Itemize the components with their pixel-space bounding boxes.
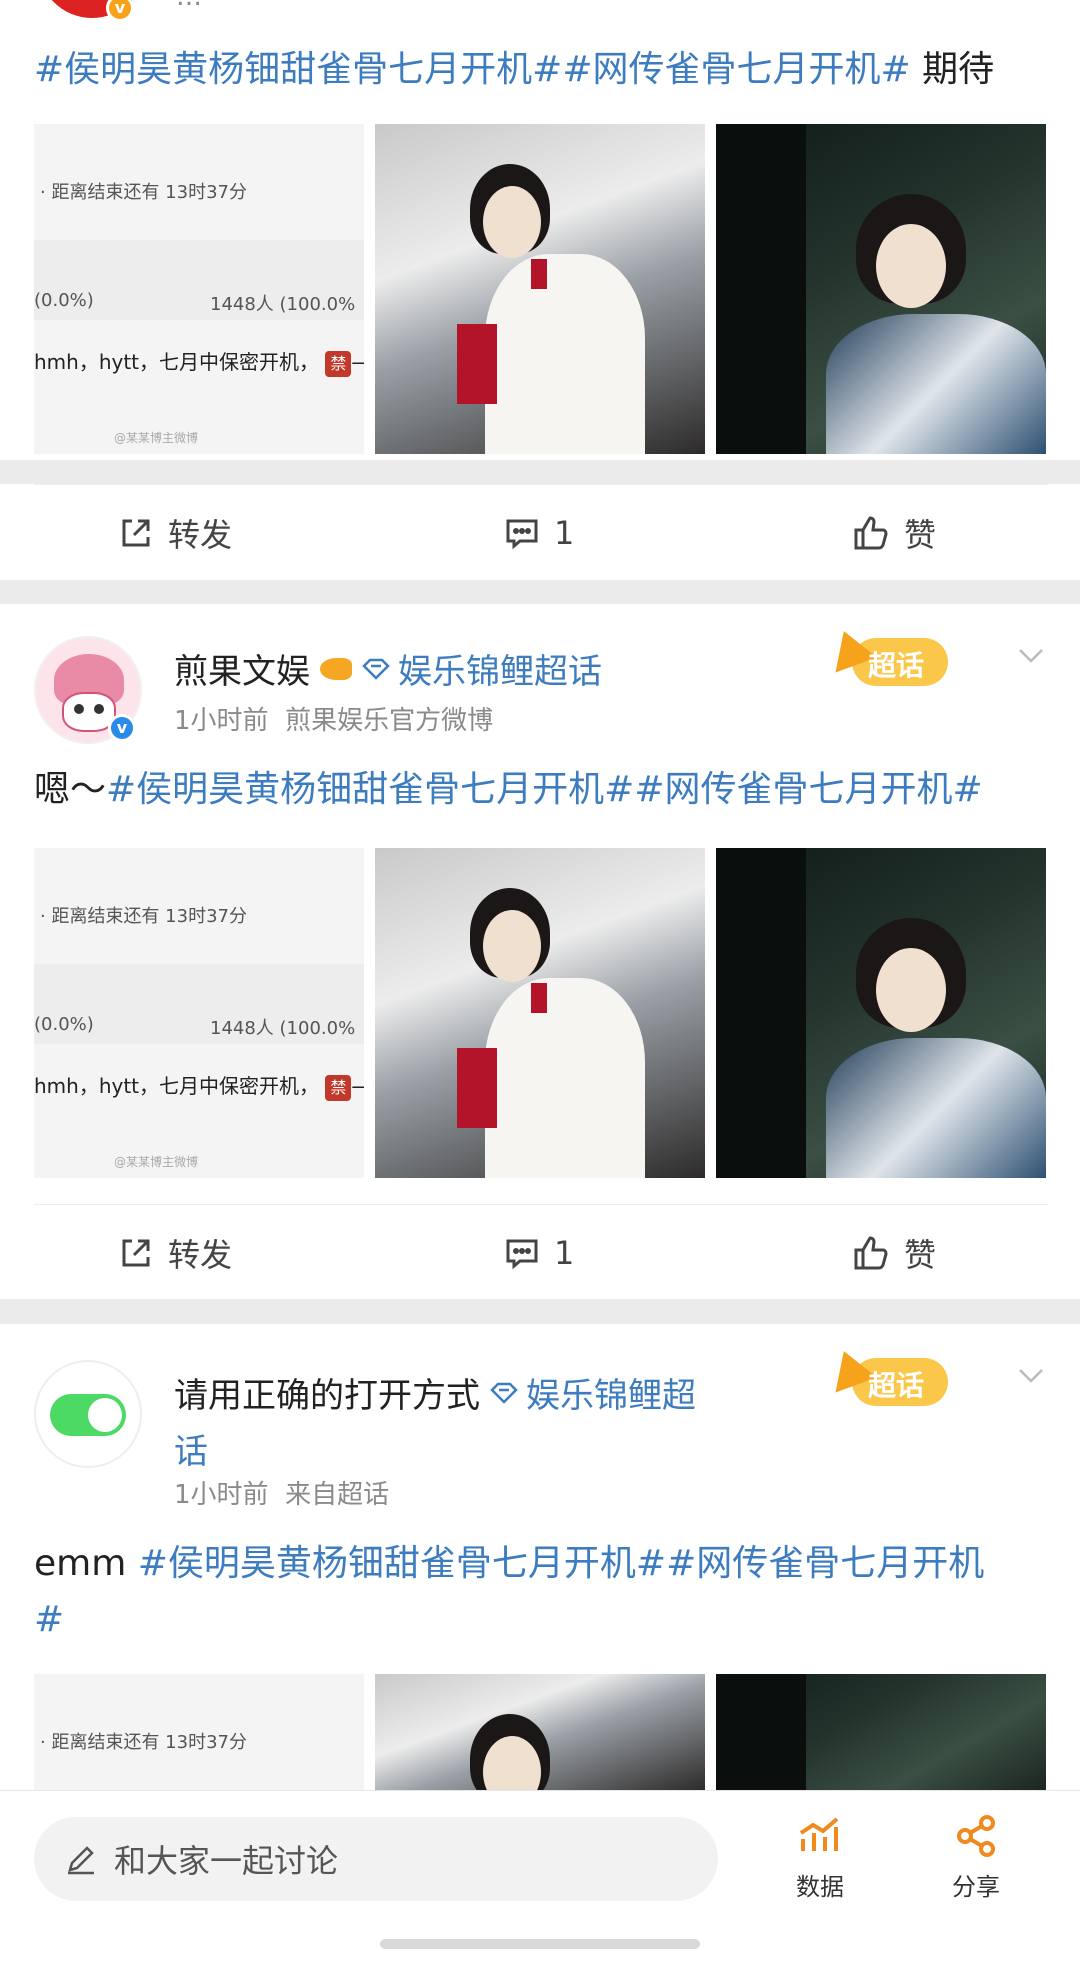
toggle-switch-icon <box>50 1394 126 1436</box>
hashtag-link[interactable]: #侯明昊黄杨钿甜雀骨七月开机##网传雀骨七月开机# <box>34 49 911 90</box>
comment-button[interactable]: 1 <box>504 1205 574 1301</box>
image-grid: · 距离结束还有 13时37分 <box>34 1674 1048 1790</box>
share-button[interactable]: 分享 <box>926 1813 1026 1902</box>
photo-actor-hanfu[interactable] <box>375 1674 705 1790</box>
post-card-2: v 煎果文娱 娱乐锦鲤超话 1小时前 煎果娱乐官方微博 超话 嗯～#侯明昊黄杨钿… <box>0 604 1080 1299</box>
author-name-row: 请用正确的打开方式 娱乐锦鲤超 <box>174 1368 696 1417</box>
comment-icon <box>506 1239 538 1270</box>
supertopic-link[interactable]: 娱乐锦鲤超 <box>490 1368 696 1417</box>
repost-icon <box>122 1239 150 1267</box>
post-text: 嗯～#侯明昊黄杨钿甜雀骨七月开机##网传雀骨七月开机# <box>34 769 983 810</box>
verified-badge-icon: v <box>108 714 136 742</box>
home-indicator <box>380 1939 700 1949</box>
comment-input[interactable]: 和大家一起讨论 <box>34 1817 718 1901</box>
author-name[interactable]: 请用正确的打开方式 <box>174 1368 480 1417</box>
hashtag-link[interactable]: #侯明昊黄杨钿甜雀骨七月开机##网传雀骨七月开机 <box>138 1543 985 1584</box>
hashtag-link[interactable]: #侯明昊黄杨钿甜雀骨七月开机##网传雀骨七月开机# <box>106 769 983 810</box>
hashtag-link-end[interactable]: # <box>34 1592 1044 1648</box>
photo-actress-qipao[interactable] <box>716 848 1046 1178</box>
diamond-icon <box>490 1382 518 1404</box>
post1-actions: 转发 1 赞 <box>34 484 1048 580</box>
author-name-row: 煎果文娱 娱乐锦鲤超话 <box>174 644 602 693</box>
repost-button[interactable]: 转发 <box>118 485 232 581</box>
image-grid: · 距离结束还有 13时37分 (0.0%) 1448人 (100.0% hmh… <box>34 124 1048 454</box>
repost-icon <box>122 519 150 547</box>
chevron-down-icon[interactable] <box>1016 1360 1046 1390</box>
comment-icon <box>506 519 538 550</box>
thumbs-up-icon <box>854 516 888 550</box>
pencil-icon <box>68 1846 94 1875</box>
post-meta: 1小时前 煎果娱乐官方微博 <box>174 706 494 736</box>
photo-actor-hanfu[interactable] <box>375 124 705 454</box>
diamond-icon <box>362 658 390 680</box>
photo-actress-qipao[interactable] <box>716 1674 1046 1790</box>
photo-actress-qipao[interactable] <box>716 124 1046 454</box>
supertopic-badge[interactable]: 超话 <box>823 1343 958 1414</box>
photo-actor-hanfu[interactable] <box>375 848 705 1178</box>
author-name[interactable]: 煎果文娱 <box>174 644 310 693</box>
post2-actions: 转发 1 赞 <box>34 1204 1048 1300</box>
bar-chart-icon <box>799 1817 839 1851</box>
supertopic-badge[interactable]: 超话 <box>823 623 958 694</box>
like-button[interactable]: 赞 <box>852 485 936 581</box>
post-text: emm #侯明昊黄杨钿甜雀骨七月开机##网传雀骨七月开机 # <box>34 1536 1044 1648</box>
thumbs-up-icon <box>854 1236 888 1270</box>
like-button[interactable]: 赞 <box>852 1205 936 1301</box>
post-card-3: 请用正确的打开方式 娱乐锦鲤超 话 1小时前 来自超话 超话 emm #侯明昊黄… <box>0 1324 1080 1790</box>
poll-screenshot-image[interactable]: · 距离结束还有 13时37分 (0.0%) 1448人 (100.0% hmh… <box>34 124 364 454</box>
chevron-down-icon[interactable] <box>1016 640 1046 670</box>
supertopic-link[interactable]: 娱乐锦鲤超话 <box>362 644 602 693</box>
verified-badge-icon: v <box>106 0 134 22</box>
post-meta-cut: … <box>176 0 202 12</box>
avatar-post3[interactable] <box>34 1360 142 1468</box>
poll-screenshot-image[interactable]: · 距离结束还有 13时37分 <box>34 1674 364 1790</box>
supertopic-link-wrap[interactable]: 话 <box>174 1424 208 1473</box>
post-meta: 1小时前 来自超话 <box>174 1480 390 1510</box>
bottom-toolbar: 和大家一起讨论 数据 分享 <box>0 1790 1080 1961</box>
data-button[interactable]: 数据 <box>770 1813 870 1902</box>
post-text: #侯明昊黄杨钿甜雀骨七月开机##网传雀骨七月开机# 期待 <box>34 49 995 90</box>
repost-button[interactable]: 转发 <box>118 1205 232 1301</box>
share-icon <box>957 1815 995 1857</box>
image-grid: · 距离结束还有 13时37分 (0.0%) 1448人 (100.0% hmh… <box>34 848 1048 1178</box>
comment-button[interactable]: 1 <box>504 485 574 581</box>
poll-screenshot-image[interactable]: · 距离结束还有 13时37分 (0.0%) 1448人 (100.0% hmh… <box>34 848 364 1178</box>
post-card-1: v … #侯明昊黄杨钿甜雀骨七月开机##网传雀骨七月开机# 期待 · 距离结束还… <box>0 0 1080 485</box>
fish-emoji-icon <box>320 657 352 680</box>
